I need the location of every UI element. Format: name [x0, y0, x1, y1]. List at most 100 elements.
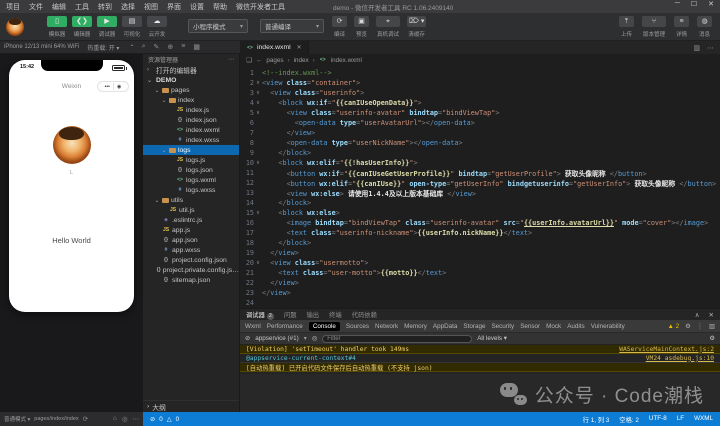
tree-folder-pages[interactable]: ⌄pages: [143, 85, 239, 95]
editor-button[interactable]: ❮❯编辑器: [71, 16, 93, 38]
tree-file-index.js[interactable]: JSindex.js: [143, 105, 239, 115]
kebab-menu-icon[interactable]: ⋮: [697, 323, 703, 330]
console-source-link[interactable]: VM24 asdebug.js:10: [646, 355, 714, 362]
menu-item[interactable]: 视图: [144, 2, 158, 12]
fold-icon[interactable]: ∨: [254, 210, 262, 216]
compile-dropdown[interactable]: 普通编译 ▾: [260, 19, 324, 33]
tree-file-index.wxss[interactable]: #index.wxss: [143, 135, 239, 145]
tree-folder-utils[interactable]: ⌄utils: [143, 195, 239, 205]
devtools-tab-security[interactable]: Security: [491, 323, 514, 330]
panel-tab-终端[interactable]: 终端: [329, 310, 342, 319]
devtools-tab-network[interactable]: Network: [375, 323, 398, 330]
eye-icon[interactable]: ◎: [312, 335, 318, 342]
user-avatar[interactable]: [6, 18, 24, 36]
window-minimize-button[interactable]: ─: [675, 0, 680, 8]
tree-file-app.json[interactable]: {}app.json: [143, 235, 239, 245]
devtools-tab-vulnerability[interactable]: Vulnerability: [591, 323, 625, 330]
fold-icon[interactable]: ∨: [254, 160, 262, 166]
devtools-tab-memory[interactable]: Memory: [404, 323, 427, 330]
tree-folder-logs[interactable]: ⌄logs: [143, 145, 239, 155]
breadcrumb-item[interactable]: pages: [266, 57, 283, 64]
panel-tab-输出[interactable]: 输出: [306, 310, 319, 319]
tree-file-app.wxss[interactable]: #app.wxss: [143, 245, 239, 255]
devtools-tab-mock[interactable]: Mock: [546, 323, 561, 330]
more-icon[interactable]: ⋯: [133, 415, 140, 423]
console-settings-icon[interactable]: ⚙: [709, 335, 715, 342]
panel-tab-代码依赖[interactable]: 代码依赖: [352, 310, 377, 319]
devtools-tab-appdata[interactable]: AppData: [433, 323, 458, 330]
eol[interactable]: LF: [677, 415, 684, 424]
clear-cache-button[interactable]: ⌦ ▾清缓存: [407, 16, 426, 38]
tree-file-index.wxml[interactable]: <>index.wxml: [143, 125, 239, 135]
crosshair-icon[interactable]: ⊕: [167, 43, 173, 51]
tree-file-logs.wxml[interactable]: <>logs.wxml: [143, 175, 239, 185]
menu-item[interactable]: 选择: [121, 2, 135, 12]
tree-file-project.private.config.js[interactable]: {}project.private.config.js…: [143, 265, 239, 275]
messages-button[interactable]: ◍消息: [697, 16, 712, 38]
problems-indicator[interactable]: ⊘ 0 △ 0: [150, 416, 179, 423]
tree-file-logs.wxss[interactable]: #logs.wxss: [143, 185, 239, 195]
fold-icon[interactable]: ∨: [254, 80, 262, 86]
hot-reload-toggle[interactable]: 热重载: 开 ▾: [87, 43, 119, 52]
tree-file-project.config.json[interactable]: {}project.config.json: [143, 255, 239, 265]
menu-item[interactable]: 项目: [6, 2, 20, 12]
collapse-panel-icon[interactable]: ∧: [695, 311, 700, 319]
phone-preview[interactable]: 15:42 Weixin ••• ◉ L Hello World: [9, 60, 134, 312]
visual-button[interactable]: ▤可视化: [121, 16, 143, 38]
fold-icon[interactable]: ∨: [254, 110, 262, 116]
home-icon[interactable]: ⌂: [113, 415, 117, 423]
panel-tab-调试器[interactable]: 调试器2: [246, 310, 274, 320]
tree-folder-index[interactable]: ⌄index: [143, 95, 239, 105]
indentation[interactable]: 空格: 2: [619, 415, 639, 424]
fold-icon[interactable]: ∨: [254, 260, 262, 266]
compile-button[interactable]: ⟳编译: [332, 16, 347, 38]
warning-count-icon[interactable]: ▲ 2: [668, 323, 679, 330]
devtools-tab-storage[interactable]: Storage: [463, 323, 485, 330]
window-close-button[interactable]: ✕: [708, 0, 714, 8]
back-arrow-icon[interactable]: ←: [256, 57, 263, 64]
window-maximize-button[interactable]: ☐: [691, 0, 697, 8]
menu-item[interactable]: 编辑: [52, 2, 66, 12]
devtools-tab-audits[interactable]: Audits: [567, 323, 585, 330]
mode-selector[interactable]: 普通模式 ▾: [4, 415, 30, 423]
device-selector[interactable]: iPhone 12/13 mini 64% WiFi: [4, 44, 79, 50]
project-root[interactable]: ⌄ DEMO: [143, 75, 239, 85]
menu-item[interactable]: 转到: [98, 2, 112, 12]
details-button[interactable]: ≡详情: [674, 16, 689, 38]
settings-icon[interactable]: ⚙: [685, 323, 691, 330]
eye-icon[interactable]: ◎: [122, 415, 128, 423]
log-level-selector[interactable]: All levels ▾: [477, 335, 507, 342]
more-icon[interactable]: ⋯: [707, 44, 714, 52]
console-source-link[interactable]: WAServiceMainContext.js:2: [619, 346, 714, 353]
console-filter-input[interactable]: [322, 335, 472, 343]
menu-item[interactable]: 界面: [167, 2, 181, 12]
code-area[interactable]: 1<!--index.wxml-->2∨<view class="contain…: [240, 66, 720, 308]
debugger-button[interactable]: ▶调试器: [96, 16, 118, 38]
language-mode[interactable]: WXML: [694, 415, 713, 424]
close-panel-icon[interactable]: ✕: [709, 311, 714, 319]
dock-side-icon[interactable]: ▥: [709, 323, 715, 330]
capsule-menu[interactable]: ••• ◉: [97, 81, 129, 92]
remote-debug-button[interactable]: ⌖真机调试: [376, 16, 400, 38]
list-icon[interactable]: ≡: [181, 43, 185, 51]
simulator-button[interactable]: ▯模拟器: [46, 16, 68, 38]
tree-file-.eslintrc.js[interactable]: ◈.eslintrc.js: [143, 215, 239, 225]
close-tab-icon[interactable]: ✕: [297, 44, 302, 51]
context-selector[interactable]: appservice (#1): [255, 335, 298, 342]
devtools-tab-console[interactable]: Console: [309, 322, 340, 331]
cursor-position[interactable]: 行 1, 列 3: [583, 415, 610, 424]
more-dots-icon[interactable]: •••: [105, 84, 110, 90]
menu-item[interactable]: 设置: [190, 2, 204, 12]
devtools-tab-wxml[interactable]: Wxml: [245, 323, 261, 330]
inspect-icon[interactable]: ⌕: [142, 43, 146, 51]
tree-file-logs.js[interactable]: JSlogs.js: [143, 155, 239, 165]
refresh-icon[interactable]: ⟳: [83, 415, 88, 423]
tree-file-app.js[interactable]: JSapp.js: [143, 225, 239, 235]
devtools-tab-sources[interactable]: Sources: [346, 323, 369, 330]
device-icon[interactable]: ▦: [193, 43, 200, 51]
menu-item[interactable]: 文件: [29, 2, 43, 12]
breadcrumb-item[interactable]: index.wxml: [331, 57, 362, 64]
menu-item[interactable]: 帮助: [213, 2, 227, 12]
clear-console-icon[interactable]: ⊘: [245, 335, 250, 342]
tree-file-index.json[interactable]: {}index.json: [143, 115, 239, 125]
